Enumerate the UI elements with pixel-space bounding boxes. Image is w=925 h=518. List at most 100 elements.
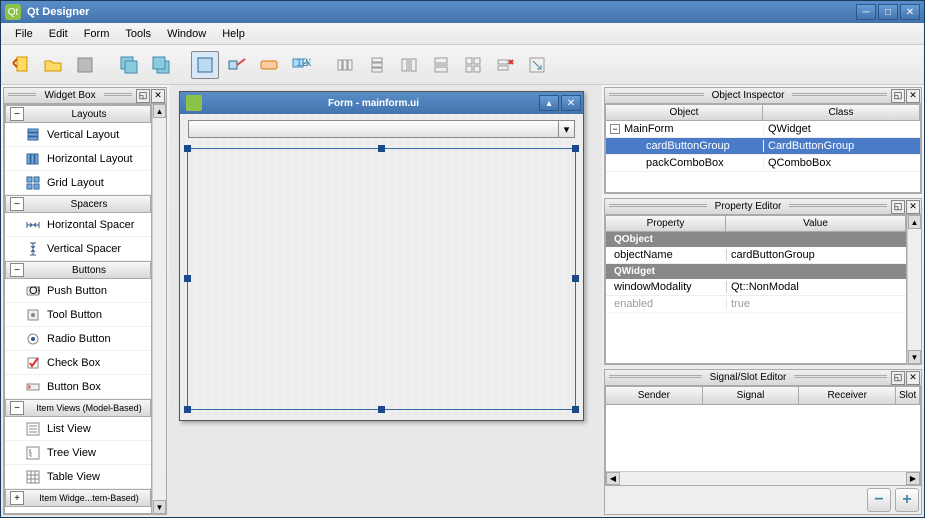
pe-group-qwidget[interactable]: QWidget [606, 264, 906, 279]
category-layouts[interactable]: −Layouts [5, 105, 151, 123]
oi-row-cardbuttongroup[interactable]: cardButtonGroup CardButtonGroup [606, 138, 920, 155]
menu-tools[interactable]: Tools [117, 26, 159, 42]
save-icon[interactable] [71, 51, 99, 79]
category-buttons[interactable]: −Buttons [5, 261, 151, 279]
widget-horizontal-spacer[interactable]: Horizontal Spacer [5, 213, 151, 237]
sse-header-sender[interactable]: Sender [606, 387, 703, 404]
menu-edit[interactable]: Edit [41, 26, 76, 42]
resize-handle[interactable] [378, 145, 385, 152]
card-button-group[interactable] [187, 148, 576, 410]
collapse-icon[interactable]: − [10, 197, 24, 211]
layout-v-icon[interactable] [363, 51, 391, 79]
edit-buddies-icon[interactable] [255, 51, 283, 79]
scroll-down-icon[interactable]: ▼ [908, 350, 921, 364]
widget-tool-button[interactable]: Tool Button [5, 303, 151, 327]
bring-front-icon[interactable] [147, 51, 175, 79]
widget-check-box[interactable]: Check Box [5, 351, 151, 375]
adjust-size-icon[interactable] [523, 51, 551, 79]
dropdown-icon[interactable]: ▾ [558, 121, 574, 137]
dock-close-icon[interactable]: ✕ [906, 200, 920, 214]
menu-file[interactable]: File [7, 26, 41, 42]
dock-float-icon[interactable]: ◱ [891, 89, 905, 103]
form-close-button[interactable]: ✕ [561, 95, 581, 111]
form-body[interactable]: ▾ [180, 114, 583, 420]
category-itemwidgets[interactable]: +Item Widge...tem-Based) [5, 489, 151, 507]
pe-row-enabled[interactable]: enabled true [606, 296, 906, 313]
dock-close-icon[interactable]: ✕ [906, 371, 920, 385]
pe-header-property[interactable]: Property [606, 216, 726, 231]
remove-connection-button[interactable]: − [867, 488, 891, 512]
maximize-button[interactable]: □ [878, 4, 898, 20]
menu-form[interactable]: Form [76, 26, 118, 42]
menu-window[interactable]: Window [159, 26, 214, 42]
dock-float-icon[interactable]: ◱ [891, 371, 905, 385]
minimize-button[interactable]: ─ [856, 4, 876, 20]
sse-header-receiver[interactable]: Receiver [799, 387, 896, 404]
resize-handle[interactable] [572, 275, 579, 282]
sse-header-slot[interactable]: Slot [896, 387, 920, 404]
oi-header-class[interactable]: Class [763, 105, 920, 120]
widget-horizontal-layout[interactable]: Horizontal Layout [5, 147, 151, 171]
edit-taborder-icon[interactable]: 123 [287, 51, 315, 79]
pe-header-value[interactable]: Value [726, 216, 906, 231]
resize-handle[interactable] [184, 145, 191, 152]
scroll-up-icon[interactable]: ▲ [908, 215, 921, 229]
scroll-down-icon[interactable]: ▼ [153, 500, 166, 514]
widgetbox-scrollbar[interactable]: ▲ ▼ [152, 104, 166, 514]
send-back-icon[interactable] [115, 51, 143, 79]
add-connection-button[interactable]: + [895, 488, 919, 512]
expand-icon[interactable]: + [10, 491, 24, 505]
collapse-icon[interactable]: − [610, 124, 620, 134]
category-spacers[interactable]: −Spacers [5, 195, 151, 213]
form-minimize-button[interactable]: ▴ [539, 95, 559, 111]
widget-list-view[interactable]: List View [5, 417, 151, 441]
resize-handle[interactable] [572, 406, 579, 413]
widget-grid-layout[interactable]: Grid Layout [5, 171, 151, 195]
close-button[interactable]: ✕ [900, 4, 920, 20]
pack-combo-box[interactable]: ▾ [188, 120, 575, 138]
collapse-icon[interactable]: − [10, 401, 24, 415]
widget-vertical-spacer[interactable]: Vertical Spacer [5, 237, 151, 261]
pe-row-windowmodality[interactable]: windowModality Qt::NonModal [606, 279, 906, 296]
pe-scrollbar[interactable]: ▲ ▼ [907, 215, 921, 364]
form-window[interactable]: Form - mainform.ui ▴ ✕ ▾ [179, 91, 584, 421]
sse-hscrollbar[interactable]: ◀ ▶ [606, 471, 920, 485]
resize-handle[interactable] [572, 145, 579, 152]
break-layout-icon[interactable] [491, 51, 519, 79]
collapse-icon[interactable]: − [10, 263, 24, 277]
sse-content[interactable] [606, 405, 920, 471]
widget-vertical-layout[interactable]: Vertical Layout [5, 123, 151, 147]
resize-handle[interactable] [378, 406, 385, 413]
oi-row-mainform[interactable]: −MainForm QWidget [606, 121, 920, 138]
scroll-left-icon[interactable]: ◀ [606, 472, 620, 485]
widget-button-box[interactable]: Button Box [5, 375, 151, 399]
scroll-up-icon[interactable]: ▲ [153, 104, 166, 118]
edit-widgets-icon[interactable] [191, 51, 219, 79]
resize-handle[interactable] [184, 406, 191, 413]
dock-float-icon[interactable]: ◱ [891, 200, 905, 214]
open-icon[interactable] [39, 51, 67, 79]
widget-tree-view[interactable]: Tree View [5, 441, 151, 465]
widget-push-button[interactable]: OKPush Button [5, 279, 151, 303]
sse-header-signal[interactable]: Signal [703, 387, 800, 404]
dock-float-icon[interactable]: ◱ [136, 89, 150, 103]
pe-group-qobject[interactable]: QObject [606, 232, 906, 247]
collapse-icon[interactable]: − [10, 107, 24, 121]
oi-row-packcombobox[interactable]: packComboBox QComboBox [606, 155, 920, 172]
dock-close-icon[interactable]: ✕ [906, 89, 920, 103]
resize-handle[interactable] [184, 275, 191, 282]
dock-close-icon[interactable]: ✕ [151, 89, 165, 103]
widget-table-view[interactable]: Table View [5, 465, 151, 489]
new-form-icon[interactable] [7, 51, 35, 79]
layout-grid-icon[interactable] [459, 51, 487, 79]
scroll-right-icon[interactable]: ▶ [906, 472, 920, 485]
oi-header-object[interactable]: Object [606, 105, 763, 120]
layout-h-icon[interactable] [331, 51, 359, 79]
category-itemviews[interactable]: −Item Views (Model-Based) [5, 399, 151, 417]
menu-help[interactable]: Help [214, 26, 253, 42]
layout-vsplit-icon[interactable] [427, 51, 455, 79]
form-canvas[interactable]: Form - mainform.ui ▴ ✕ ▾ [169, 85, 602, 517]
layout-hsplit-icon[interactable] [395, 51, 423, 79]
pe-row-objectname[interactable]: objectName cardButtonGroup [606, 247, 906, 264]
widget-radio-button[interactable]: Radio Button [5, 327, 151, 351]
